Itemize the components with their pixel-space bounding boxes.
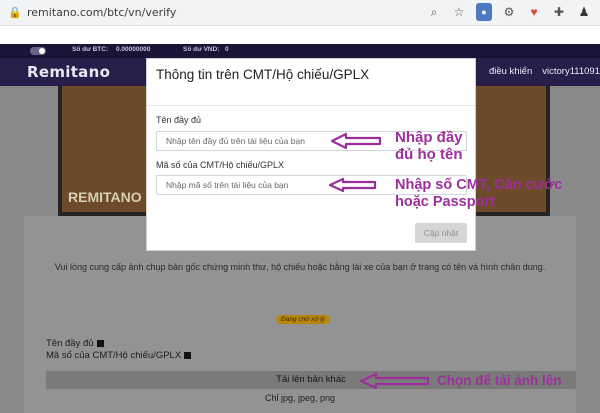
arrow-icon	[330, 132, 382, 150]
annotation-note-name: Nhập đầy đủ họ tên	[395, 129, 463, 163]
arrow-icon	[359, 372, 430, 390]
annotation-note-upload: Chọn để tải ảnh lên	[437, 373, 562, 388]
annotation-note-id: Nhập số CMT, Căn cước hoặc Passport	[395, 177, 563, 210]
arrow-icon	[328, 177, 377, 193]
